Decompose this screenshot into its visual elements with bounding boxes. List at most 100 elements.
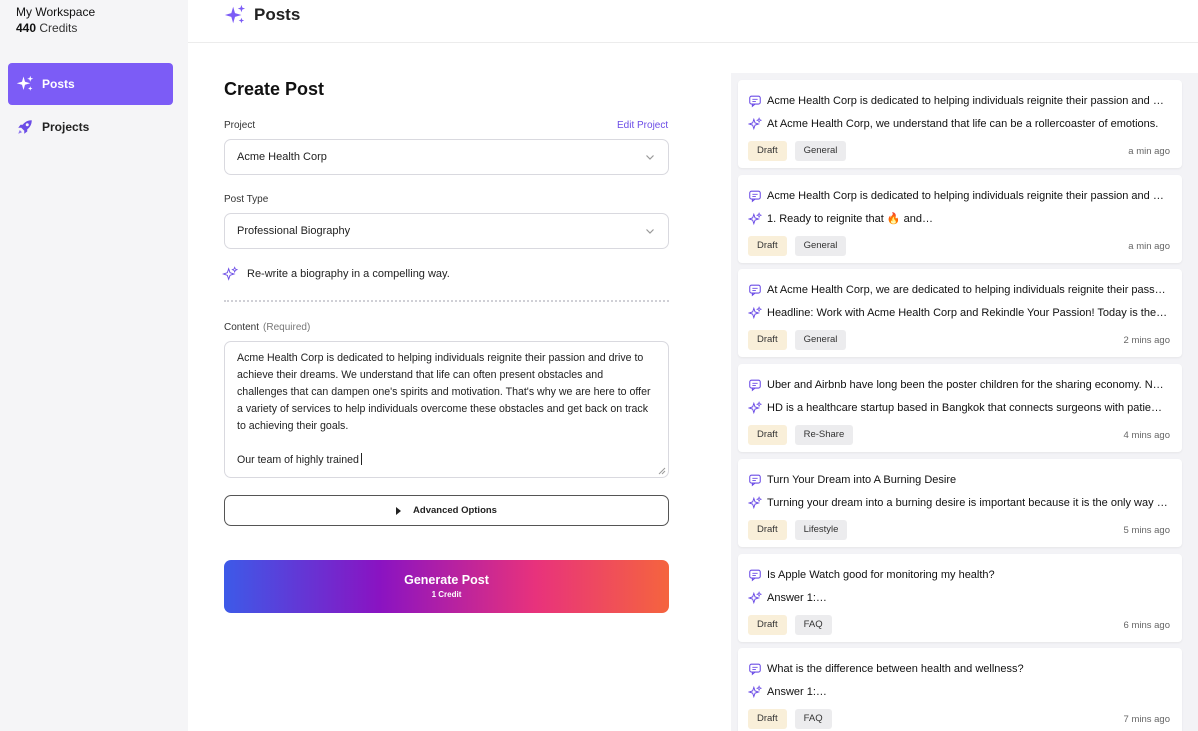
category-badge: FAQ bbox=[794, 614, 832, 635]
post-summary: 1. Ready to reignite that 🔥 and… bbox=[748, 211, 1168, 226]
post-card[interactable]: What is the difference between health an… bbox=[738, 648, 1182, 731]
sparkles-icon bbox=[748, 117, 762, 131]
sparkles-icon bbox=[16, 75, 34, 93]
post-timestamp: 2 mins ago bbox=[1123, 335, 1170, 347]
page-title: Posts bbox=[254, 5, 301, 24]
workspace-credits: 440 Credits bbox=[16, 21, 77, 35]
post-summary: Turning your dream into a burning desire… bbox=[748, 495, 1168, 510]
credits-label: Credits bbox=[39, 21, 78, 35]
post-title-text: At Acme Health Corp, we are dedicated to… bbox=[767, 284, 1168, 297]
post-tags: Draft Lifestyle bbox=[748, 519, 855, 540]
post-tags: Draft General bbox=[748, 235, 854, 256]
post-summary: At Acme Health Corp, we understand that … bbox=[748, 117, 1168, 131]
sidebar-item-projects[interactable]: Projects bbox=[8, 106, 173, 148]
caret-right-icon bbox=[396, 506, 402, 515]
post-title-text: What is the difference between health an… bbox=[767, 663, 1024, 676]
post-card[interactable]: Acme Health Corp is dedicated to helping… bbox=[738, 174, 1182, 263]
chevron-down-icon bbox=[646, 229, 654, 234]
status-badge: Draft bbox=[748, 614, 787, 635]
post-summary: Answer 1:… bbox=[748, 590, 1168, 605]
post-title: Uber and Airbnb have long been the poste… bbox=[748, 378, 1168, 392]
post-title-text: Acme Health Corp is dedicated to helping… bbox=[767, 95, 1168, 107]
post-title-text: Uber and Airbnb have long been the poste… bbox=[767, 379, 1168, 392]
category-badge: General bbox=[794, 141, 847, 161]
sparkles-icon bbox=[748, 590, 762, 604]
status-badge: Draft bbox=[748, 330, 787, 351]
sparkles-icon bbox=[748, 306, 762, 320]
status-badge: Draft bbox=[748, 709, 787, 730]
post-summary: Headline: Work with Acme Health Corp and… bbox=[748, 306, 1168, 320]
post-card[interactable]: At Acme Health Corp, we are dedicated to… bbox=[738, 269, 1182, 358]
sparkles-icon bbox=[748, 211, 762, 225]
divider bbox=[224, 300, 669, 302]
post-card[interactable]: Uber and Airbnb have long been the poste… bbox=[738, 364, 1182, 453]
content-label-text: Content bbox=[224, 322, 260, 333]
post-title: Acme Health Corp is dedicated to helping… bbox=[748, 189, 1168, 203]
sparkles-icon bbox=[748, 685, 762, 699]
post-timestamp: 7 mins ago bbox=[1123, 714, 1170, 726]
post-summary: HD is a healthcare startup based in Bang… bbox=[748, 401, 1168, 415]
category-badge: General bbox=[794, 235, 847, 256]
post-summary-text: 1. Ready to reignite that 🔥 and… bbox=[767, 213, 933, 226]
chat-bubble-icon bbox=[749, 663, 761, 676]
project-label: Project bbox=[224, 120, 256, 131]
hint-text: Re-write a biography in a compelling way… bbox=[247, 268, 450, 280]
post-timestamp: a min ago bbox=[1128, 146, 1170, 157]
content-label: Content (Required) bbox=[224, 322, 310, 333]
sidebar-item-label: Posts bbox=[42, 77, 75, 91]
content-text: Acme Health Corp is dedicated to helping… bbox=[237, 350, 656, 469]
chat-bubble-icon bbox=[749, 474, 761, 487]
post-summary-text: Turning your dream into a burning desire… bbox=[767, 496, 1168, 509]
project-select[interactable]: Acme Health Corp bbox=[224, 139, 669, 175]
post-title-text: Acme Health Corp is dedicated to helping… bbox=[767, 189, 1168, 202]
post-summary-text: Headline: Work with Acme Health Corp and… bbox=[767, 307, 1168, 320]
sparkles-icon bbox=[224, 4, 246, 26]
post-type-hint: Re-write a biography in a compelling way… bbox=[222, 266, 450, 282]
post-type-select-value: Professional Biography bbox=[237, 225, 351, 237]
post-title: Is Apple Watch good for monitoring my he… bbox=[748, 568, 1168, 582]
post-timestamp: 4 mins ago bbox=[1123, 430, 1170, 442]
chat-bubble-icon bbox=[749, 190, 761, 203]
generate-post-button[interactable]: Generate Post 1 Credit bbox=[224, 560, 669, 613]
category-badge: Re-Share bbox=[794, 425, 854, 446]
post-card[interactable]: Is Apple Watch good for monitoring my he… bbox=[738, 553, 1182, 642]
post-card[interactable]: Turn Your Dream into A Burning Desire Tur… bbox=[738, 458, 1182, 547]
sparkles-icon bbox=[222, 266, 238, 281]
rocket-icon bbox=[16, 118, 34, 136]
post-summary-text: At Acme Health Corp, we understand that … bbox=[767, 118, 1159, 130]
post-tags: Draft General bbox=[748, 330, 854, 351]
category-badge: General bbox=[794, 330, 847, 351]
sparkles-icon bbox=[748, 401, 762, 415]
edit-project-link[interactable]: Edit Project bbox=[617, 120, 668, 131]
workspace-name[interactable]: My Workspace bbox=[16, 5, 95, 19]
post-card[interactable]: Acme Health Corp is dedicated to helping… bbox=[738, 80, 1182, 168]
form-title: Create Post bbox=[224, 79, 325, 99]
post-timestamp: a min ago bbox=[1128, 240, 1170, 252]
content-required: (Required) bbox=[263, 322, 311, 333]
post-title: Acme Health Corp is dedicated to helping… bbox=[748, 94, 1168, 108]
sidebar: My Workspace 440 Credits Posts Projects bbox=[0, 0, 188, 731]
sidebar-item-label: Projects bbox=[42, 120, 90, 134]
post-type-select[interactable]: Professional Biography bbox=[224, 213, 669, 249]
post-summary-text: HD is a healthcare startup based in Bang… bbox=[767, 402, 1168, 415]
post-summary-text: Answer 1:… bbox=[767, 591, 827, 604]
post-title: Turn Your Dream into A Burning Desire bbox=[748, 473, 1168, 487]
credits-count: 440 bbox=[16, 21, 37, 35]
status-badge: Draft bbox=[748, 425, 787, 446]
generate-post-cost: 1 Credit bbox=[431, 590, 462, 599]
page-header: Posts bbox=[188, 0, 1198, 43]
post-tags: Draft FAQ bbox=[748, 614, 840, 635]
post-tags: Draft Re-Share bbox=[748, 425, 861, 446]
sidebar-item-posts[interactable]: Posts bbox=[8, 63, 173, 105]
advanced-options-label: Advanced Options bbox=[413, 505, 497, 516]
status-badge: Draft bbox=[748, 519, 787, 540]
status-badge: Draft bbox=[748, 235, 787, 256]
resize-grip-icon[interactable] bbox=[658, 467, 666, 475]
content-textarea[interactable]: Acme Health Corp is dedicated to helping… bbox=[224, 341, 669, 478]
post-summary-text: Answer 1:… bbox=[767, 686, 827, 699]
advanced-options-toggle[interactable]: Advanced Options bbox=[224, 495, 669, 526]
sparkles-icon bbox=[748, 495, 762, 509]
content-value: Acme Health Corp is dedicated to helping… bbox=[237, 352, 651, 466]
status-badge: Draft bbox=[748, 141, 787, 161]
post-title: What is the difference between health an… bbox=[748, 662, 1168, 676]
